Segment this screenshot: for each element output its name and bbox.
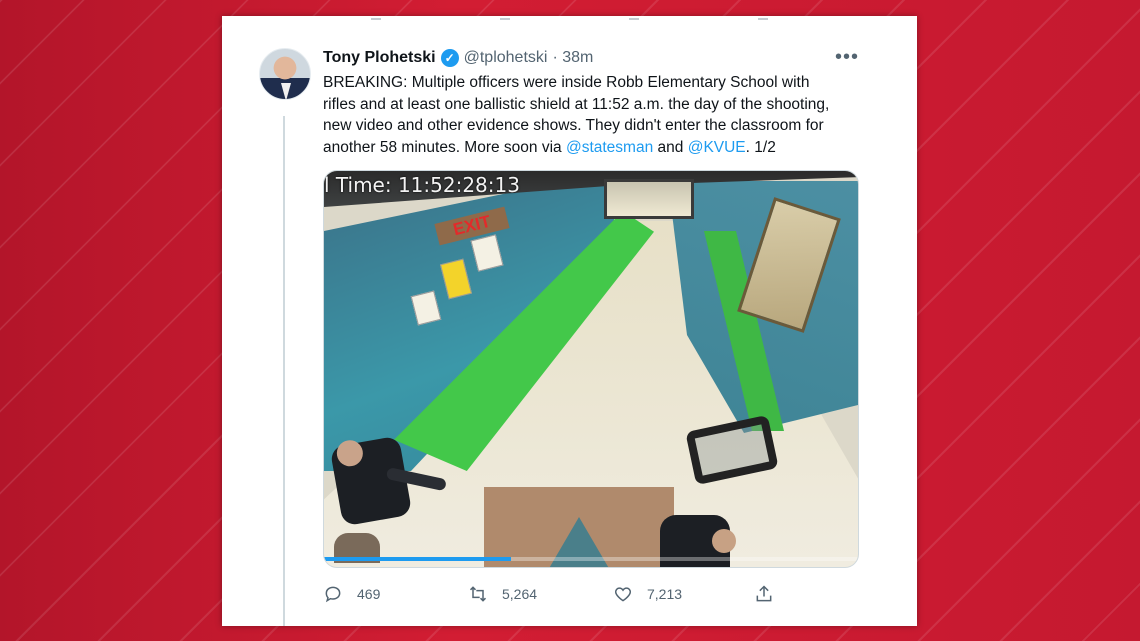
author-handle[interactable]: @tplohetski [464,49,548,67]
mention-statesman[interactable]: @statesman [566,139,653,156]
author-name[interactable]: Tony Plohetski [323,49,436,67]
retweet-button[interactable]: 5,264 [468,584,613,604]
tweet-video[interactable]: EXIT l Time: 11:52:28:13 [323,170,859,568]
tweet-actions: 469 5,264 7,213 [323,584,783,604]
video-progress-fill [324,557,511,561]
tweet-card: Tony Plohetski ✓ @tplohetski · 38m ••• B… [222,16,917,626]
share-button[interactable] [754,584,774,604]
hallway-doorway [604,179,694,219]
reply-icon [325,586,341,603]
video-progress-bar[interactable] [324,557,858,561]
more-icon[interactable]: ••• [835,46,859,69]
reply-count: 469 [357,586,381,602]
retweet-icon [469,586,487,602]
share-icon [756,585,772,602]
like-button[interactable]: 7,213 [613,584,758,604]
tweet-text-tail: . 1/2 [745,138,776,156]
tweet-text-and: and [653,138,688,156]
floor-rug [484,487,674,567]
like-icon [614,587,632,602]
tweet-text: BREAKING: Multiple officers were inside … [323,72,843,158]
verified-icon: ✓ [440,49,459,67]
retweet-count: 5,264 [502,586,538,602]
tweet-time[interactable]: · 38m [552,49,593,67]
officer-figure [329,435,413,527]
reply-button[interactable]: 469 [323,584,468,604]
tweet-header: Tony Plohetski ✓ @tplohetski · 38m [323,49,593,67]
like-count: 7,213 [647,586,683,602]
cctv-timestamp: l Time: 11:52:28:13 [324,173,520,197]
mention-kvue[interactable]: @KVUE [688,139,746,156]
thread-line [283,116,285,626]
avatar[interactable] [259,48,311,100]
previous-tweet-actions [222,16,917,30]
